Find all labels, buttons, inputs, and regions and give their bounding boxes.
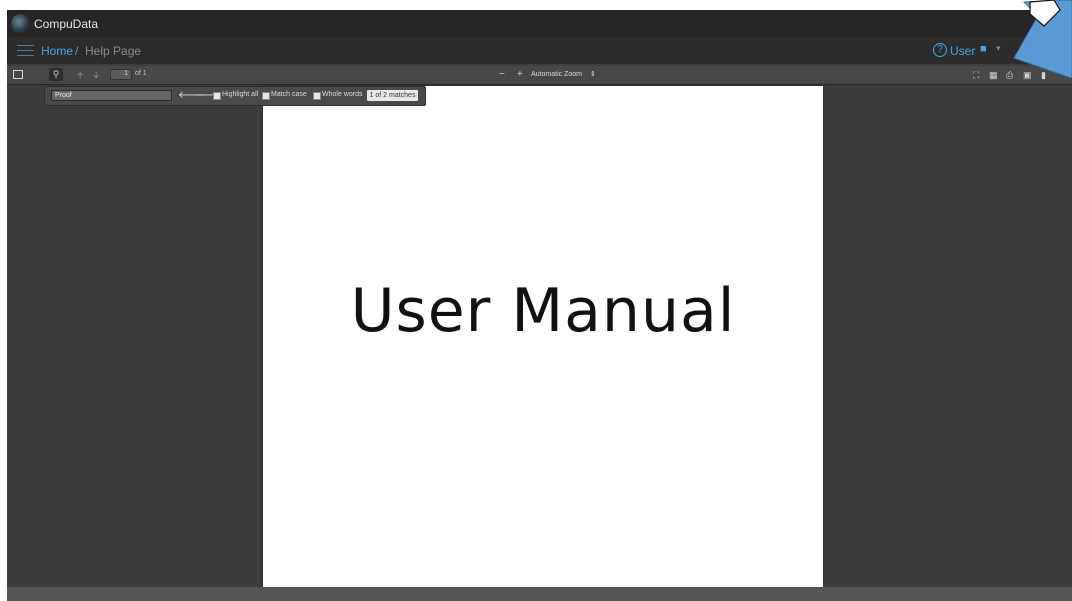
zoom-in-button[interactable]: + <box>517 69 523 81</box>
match-case-checkbox[interactable] <box>262 92 270 100</box>
title-bar: CompuData <box>7 10 1072 37</box>
zoom-select-label: Automatic Zoom <box>531 71 582 78</box>
pdf-page: User Manual <box>263 86 823 601</box>
user-menu-label[interactable]: User <box>950 44 975 58</box>
highlight-all-checkbox[interactable] <box>213 92 221 100</box>
whole-words-label: Whole words <box>322 91 363 98</box>
bottom-bar <box>7 587 1072 601</box>
presentation-icon[interactable]: ⛶ <box>973 69 979 81</box>
page-number-input[interactable]: 1 <box>110 69 132 80</box>
logo-icon <box>11 14 30 33</box>
open-file-icon[interactable]: ▦ <box>989 69 998 81</box>
prev-page-icon[interactable]: 🡩 <box>77 69 83 81</box>
match-case-label: Match case <box>271 91 307 98</box>
caret-down-icon[interactable]: ▾ <box>996 43 1001 54</box>
next-page-icon[interactable]: 🡫 <box>93 69 99 81</box>
match-count-badge: 1 of 2 matches <box>367 90 418 101</box>
document-title: User Manual <box>350 276 736 346</box>
nav-bar: Home / Help Page ? User ■ ▾ <box>7 37 1072 64</box>
highlight-all-label: Highlight all <box>222 91 259 98</box>
breadcrumb-separator: / <box>75 44 79 58</box>
app-title: CompuData <box>34 17 99 31</box>
help-icon[interactable]: ? <box>933 43 947 57</box>
find-bar: Proof 🡐 🡒 Highlight all Match case Whole… <box>44 86 426 106</box>
pdf-toolbar: ⚲ 🡩 🡫 1 of 1 − + Automatic Zoom ⇕ ⛶ ▦ ⎙ … <box>7 66 1072 85</box>
whole-words-checkbox[interactable] <box>313 92 321 100</box>
zoom-out-button[interactable]: − <box>499 69 505 81</box>
breadcrumb-home-link[interactable]: Home <box>41 44 73 58</box>
zoom-caret-icon: ⇕ <box>589 71 596 78</box>
callout-arrow-icon <box>1013 0 1072 78</box>
page-count: of 1 <box>135 70 147 77</box>
zoom-select[interactable]: Automatic Zoom ⇕ <box>531 69 603 80</box>
breadcrumb-current: Help Page <box>85 44 142 58</box>
menu-icon[interactable] <box>17 45 34 56</box>
sidebar-toggle-icon[interactable] <box>13 70 23 79</box>
app-window: CompuData Home / Help Page ? User ■ ▾ ⚲ … <box>7 10 1072 601</box>
search-icon[interactable]: ⚲ <box>49 68 63 81</box>
find-input[interactable]: Proof <box>51 90 172 101</box>
user-icon[interactable]: ■ <box>980 43 987 55</box>
